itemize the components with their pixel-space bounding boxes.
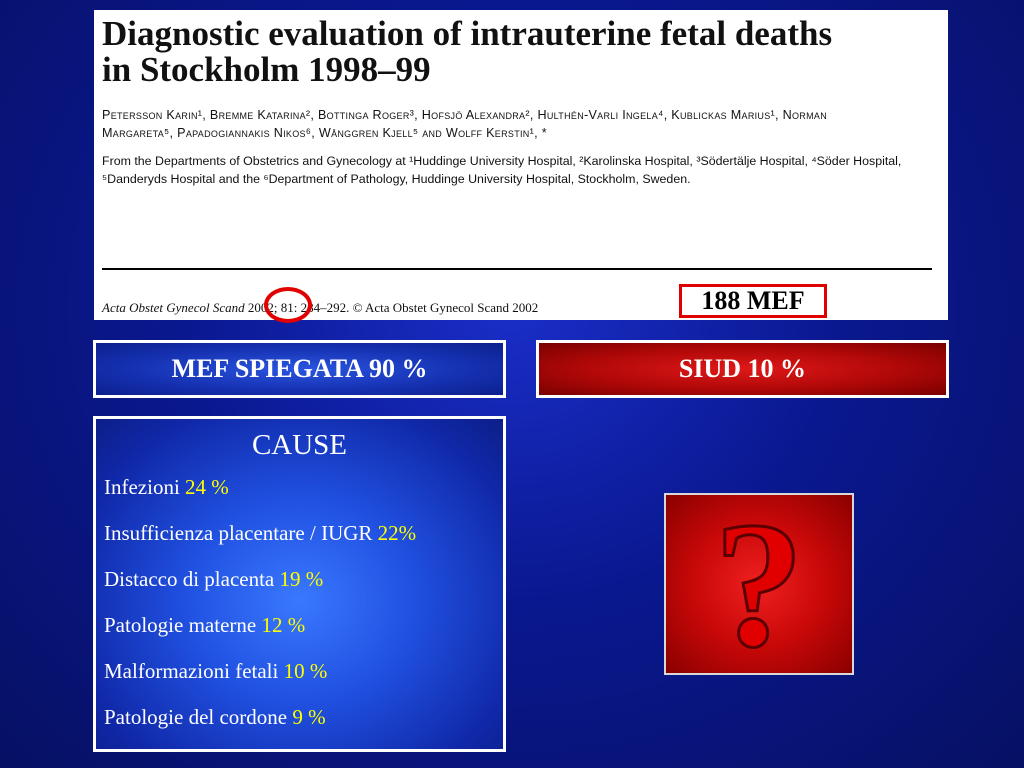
- cause-label: Insufficienza placentare / IUGR: [104, 521, 378, 545]
- cause-percent: 24 %: [185, 475, 229, 499]
- cause-percent: 9 %: [292, 705, 326, 729]
- cause-label: Infezioni: [104, 475, 186, 499]
- cause-item: Malformazioni fetali 10 %: [104, 659, 495, 683]
- paper-authors: Petersson Karin¹, Bremme Katarina², Bott…: [102, 108, 828, 140]
- explained-mef-box: MEF SPIEGATA 90 %: [93, 340, 506, 398]
- paper-affiliations: From the Departments of Obstetrics and G…: [102, 154, 902, 186]
- cause-item: Insufficienza placentare / IUGR 22%: [104, 521, 495, 545]
- cause-item: Patologie del cordone 9 %: [104, 705, 495, 729]
- paper-divider: [102, 268, 932, 270]
- cause-percent: 12 %: [261, 613, 306, 637]
- question-mark-box: ?: [664, 493, 854, 675]
- cause-item: Distacco di placenta 19 %: [104, 567, 495, 591]
- cause-item: Infezioni 24 %: [104, 475, 495, 499]
- cause-label: Malformazioni fetali: [104, 659, 284, 683]
- cause-percent: 19 %: [279, 567, 324, 591]
- citation-journal: Acta Obstet Gynecol Scand: [102, 300, 245, 315]
- siud-label: SIUD 10 %: [678, 354, 807, 383]
- year-highlight-circle: [264, 287, 312, 323]
- paper-citation: Acta Obstet Gynecol Scand 2002; 81: 284–…: [102, 300, 538, 316]
- cause-item: Patologie materne 12 %: [104, 613, 495, 637]
- cause-label: Patologie materne: [104, 613, 262, 637]
- question-mark-icon: ?: [713, 495, 806, 673]
- cause-percent: 10 %: [283, 659, 328, 683]
- causes-panel: CAUSE Infezioni 24 % Insufficienza place…: [93, 416, 506, 752]
- siud-box: SIUD 10 %: [536, 340, 949, 398]
- case-count-box: 188 MEF: [679, 284, 827, 318]
- cause-label: Patologie del cordone: [104, 705, 293, 729]
- question-mark-glyph: ?: [714, 495, 804, 673]
- cause-percent: 22%: [377, 521, 417, 545]
- cause-label: Distacco di placenta: [104, 567, 280, 591]
- paper-header: Diagnostic evaluation of intrauterine fe…: [94, 10, 948, 323]
- explained-mef-label: MEF SPIEGATA 90 %: [171, 354, 428, 383]
- paper-title: Diagnostic evaluation of intrauterine fe…: [102, 14, 833, 89]
- causes-title: CAUSE: [251, 429, 348, 461]
